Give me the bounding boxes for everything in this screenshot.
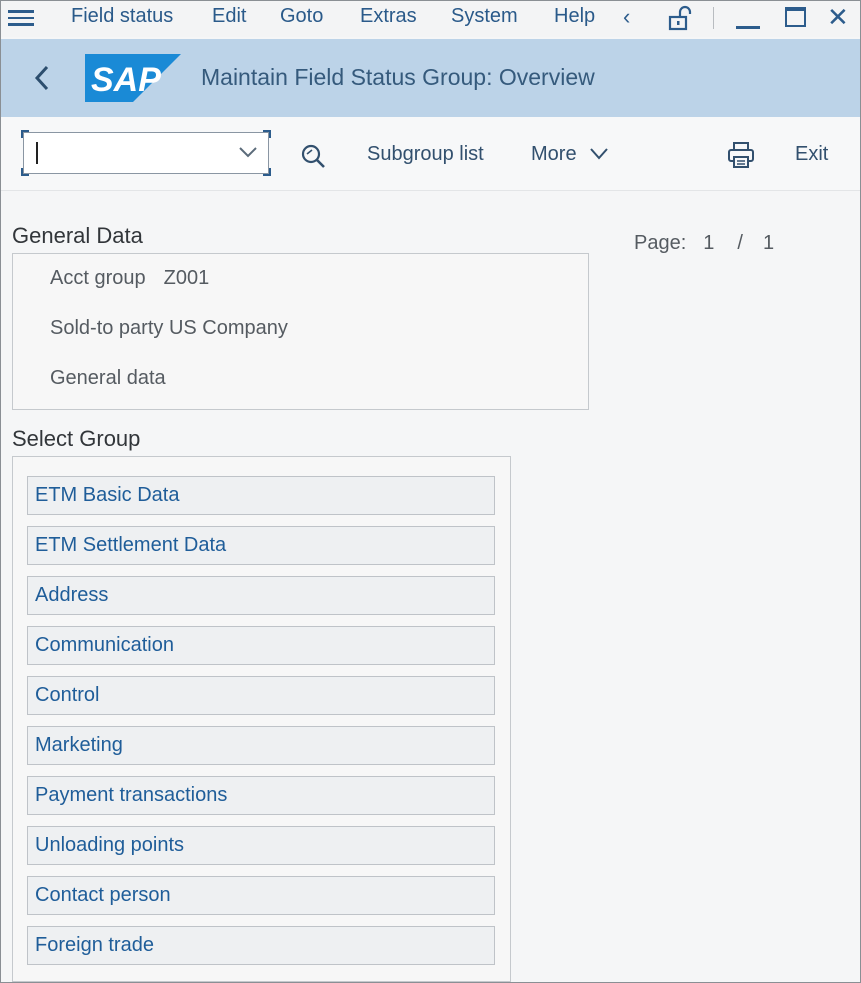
chevron-down-icon[interactable] bbox=[238, 144, 258, 160]
page-title: Maintain Field Status Group: Overview bbox=[201, 64, 595, 90]
maximize-icon[interactable] bbox=[785, 7, 806, 27]
group-button-etm-settlement-data[interactable]: ETM Settlement Data bbox=[27, 526, 495, 565]
acct-group-row: Acct group Z001 bbox=[50, 267, 209, 290]
menu-field-status[interactable]: Field status bbox=[71, 5, 173, 28]
menu-extras[interactable]: Extras bbox=[360, 5, 417, 28]
general-data-box: Acct group Z001 Sold-to party US Company … bbox=[12, 253, 589, 410]
group-button-control[interactable]: Control bbox=[27, 676, 495, 715]
more-button[interactable]: More bbox=[531, 143, 577, 166]
menu-system[interactable]: System bbox=[451, 5, 518, 28]
select-group-title: Select Group bbox=[12, 426, 141, 451]
search-icon[interactable] bbox=[300, 143, 326, 169]
group-button-unloading-points[interactable]: Unloading points bbox=[27, 826, 495, 865]
select-group-box: ETM Basic Data ETM Settlement Data Addre… bbox=[12, 456, 511, 982]
chevron-down-icon[interactable] bbox=[589, 147, 609, 161]
page-separator: / bbox=[737, 232, 743, 254]
chevron-left-icon[interactable]: ‹ bbox=[623, 4, 630, 30]
hamburger-menu-icon[interactable] bbox=[8, 6, 34, 28]
group-button-marketing[interactable]: Marketing bbox=[27, 726, 495, 765]
acct-group-label: Acct group bbox=[50, 267, 146, 289]
group-button-payment-transactions[interactable]: Payment transactions bbox=[27, 776, 495, 815]
menu-help[interactable]: Help bbox=[554, 5, 595, 28]
unlock-icon[interactable] bbox=[667, 5, 693, 31]
command-input[interactable] bbox=[24, 133, 268, 173]
back-arrow-icon[interactable] bbox=[31, 63, 53, 93]
text-cursor bbox=[36, 142, 38, 164]
sap-logo-text: SAP bbox=[91, 61, 161, 99]
group-button-contact-person[interactable]: Contact person bbox=[27, 876, 495, 915]
menu-goto[interactable]: Goto bbox=[280, 5, 323, 28]
toolbar: Subgroup list More Exit bbox=[1, 117, 860, 191]
close-icon[interactable]: ✕ bbox=[827, 1, 849, 33]
general-data-title: General Data bbox=[12, 223, 143, 248]
page-indicator: Page: 1 / 1 bbox=[634, 232, 774, 255]
general-data-label: General data bbox=[50, 367, 166, 389]
page-current: 1 bbox=[703, 232, 715, 254]
menu-edit[interactable]: Edit bbox=[212, 5, 246, 28]
print-icon[interactable] bbox=[727, 141, 755, 169]
title-bar: SAP Maintain Field Status Group: Overvie… bbox=[1, 39, 860, 117]
group-button-communication[interactable]: Communication bbox=[27, 626, 495, 665]
page-total: 1 bbox=[762, 232, 775, 254]
group-button-address[interactable]: Address bbox=[27, 576, 495, 615]
exit-button[interactable]: Exit bbox=[795, 143, 828, 166]
sap-logo: SAP bbox=[85, 54, 181, 102]
account-group-description: Sold-to party US Company bbox=[50, 317, 288, 339]
group-button-etm-basic-data[interactable]: ETM Basic Data bbox=[27, 476, 495, 515]
minimize-icon[interactable] bbox=[736, 26, 760, 29]
group-button-foreign-trade[interactable]: Foreign trade bbox=[27, 926, 495, 965]
page-label: Page: bbox=[634, 232, 687, 254]
menu-bar: Field status Edit Goto Extras System Hel… bbox=[1, 1, 860, 37]
command-field[interactable] bbox=[21, 130, 271, 176]
subgroup-list-button[interactable]: Subgroup list bbox=[367, 143, 484, 166]
acct-group-value: Z001 bbox=[163, 267, 210, 289]
menu-divider bbox=[713, 7, 714, 29]
